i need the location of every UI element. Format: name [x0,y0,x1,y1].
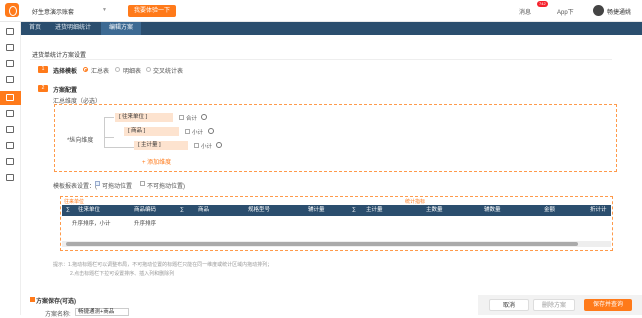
col-partner[interactable]: 往来单位 [78,205,100,216]
messages-link[interactable]: 消息 [519,7,531,16]
tab-home[interactable]: 首页 [21,22,49,35]
checkbox-subtotal-2-label[interactable]: 小计 [201,142,212,150]
save-plan-checkbox[interactable] [30,297,35,302]
col-main-unit[interactable]: 主计量 [366,205,383,216]
dim-product-tag[interactable]: [ 商品 ] [124,127,179,136]
sum-icon: ∑ [352,207,356,213]
step-2-label: 方案配置 [53,88,78,94]
checkbox-total[interactable] [179,115,184,120]
inventory-icon[interactable] [6,126,14,133]
cancel-button[interactable]: 取消 [489,299,529,311]
gear-icon[interactable] [201,114,207,120]
checkbox-subtotal-1[interactable] [185,129,190,134]
tip-line-1: 提示：1.拖动标题栏可以调整布局，不可拖动位置的标题栏只能在同一维度或统计区域内… [53,262,273,268]
calendar-icon[interactable] [6,44,14,51]
grid-header: ∑ 往来单位 商品编码 ∑ 商品 规格型号 辅计量 ∑ 主计量 主数量 辅数量 … [62,205,611,224]
radio-cross[interactable] [146,67,151,72]
dim-partner-tag[interactable]: [ 往来单位 ] [115,113,173,122]
delete-plan-button[interactable]: 删除方案 [533,299,575,311]
checkbox-total-label[interactable]: 合计 [186,114,197,122]
tab-purchase-detail[interactable]: 进货明细统计 [47,22,99,35]
sum-icon: ∑ [66,207,70,213]
radio-detail[interactable] [115,67,120,72]
tree-line [104,117,114,118]
row-code-sort: 升序排序 [134,221,157,227]
horizontal-scrollbar[interactable] [62,241,611,247]
radio-summary-label[interactable]: 汇总表 [91,66,109,75]
app-download-link[interactable]: App下 [557,7,574,16]
top-bar: 好生意演示账套 ▼ 我要体验一下 消息 742 App下 畅捷通姚 [0,0,642,22]
row-partner-sort: 升序排序，小计 [72,221,111,227]
tag-icon[interactable] [6,60,14,67]
plan-name-label: 方案名称: [45,312,71,318]
table-row: 升序排序，小计 升序排序 [62,217,611,227]
save-and-query-button[interactable]: 保存并查询 [584,299,632,311]
cart-icon[interactable] [6,76,14,83]
money-icon[interactable] [6,142,14,149]
checkbox-subtotal-2[interactable] [194,143,199,148]
message-count-badge: 742 [537,1,548,7]
trial-button[interactable]: 我要体验一下 [128,5,177,17]
page-title: 进货单统计方案设置 [32,53,87,59]
movable-legend-swatch [95,181,100,186]
radio-detail-label[interactable]: 明细表 [123,66,141,75]
box-icon[interactable] [6,110,14,117]
tree-line [104,147,134,148]
fixed-legend-label: 不可拖动位置) [147,184,185,190]
step-2-badge: 2 [38,85,48,92]
avatar[interactable] [593,5,604,16]
sum-icon: ∑ [180,207,184,213]
col-amount[interactable]: 金额 [544,205,555,216]
step-1-label: 选择模板 [53,69,78,75]
radio-cross-label[interactable]: 交叉统计表 [153,66,183,75]
step-1-badge: 1 [38,66,48,73]
col-product[interactable]: 商品 [198,205,209,216]
tree-line [104,117,105,147]
tree-line [104,137,114,138]
col-spec[interactable]: 规格型号 [248,205,270,216]
sidebar [0,22,21,315]
settings-icon[interactable] [6,174,14,181]
gear-icon[interactable] [208,128,214,134]
report-icon[interactable] [6,158,14,165]
checkbox-subtotal-1-label[interactable]: 小计 [192,128,203,136]
user-name[interactable]: 畅捷通姚 [607,7,631,16]
col-discount[interactable]: 折计计量 [590,205,611,224]
divider [30,59,612,60]
tab-edit-plan[interactable]: 编辑方案 [101,22,142,35]
col-aux-unit[interactable]: 辅计量 [308,205,325,216]
vertical-dims-label: *纵向维度 [67,138,94,144]
save-plan-label[interactable]: 方案保存(可选) [36,296,76,305]
col-aux-qty[interactable]: 辅数量 [484,205,501,216]
home-icon[interactable] [6,28,14,35]
tab-bar: 首页 进货明细统计 编辑方案 [21,22,642,35]
company-selector[interactable]: 好生意演示账套 [32,7,74,16]
dims-area-label: 往来单位 [64,199,85,205]
metrics-area-label: 统计指标 [405,199,426,205]
scrollbar-thumb[interactable] [66,242,578,246]
gear-icon[interactable] [216,142,222,148]
fixed-legend-swatch [140,181,145,186]
add-dimension-link[interactable]: + 添加维度 [142,157,171,166]
dim-unit-tag[interactable]: [ 主计量 ] [134,141,188,150]
purchase-icon[interactable] [6,94,14,101]
radio-summary[interactable] [83,67,88,72]
col-product-code[interactable]: 商品编码 [134,205,156,216]
col-main-qty[interactable]: 主数量 [426,205,443,216]
tip-line-2: 2.点击标题栏下拉可设置排序、插入列和删除列 [70,271,175,277]
movable-legend-label: 可拖动位置 [102,184,133,190]
chevron-down-icon[interactable]: ▼ [102,7,107,13]
template-settings-label: 模板报表设置：( [53,184,97,190]
app-logo-icon[interactable] [5,3,19,17]
